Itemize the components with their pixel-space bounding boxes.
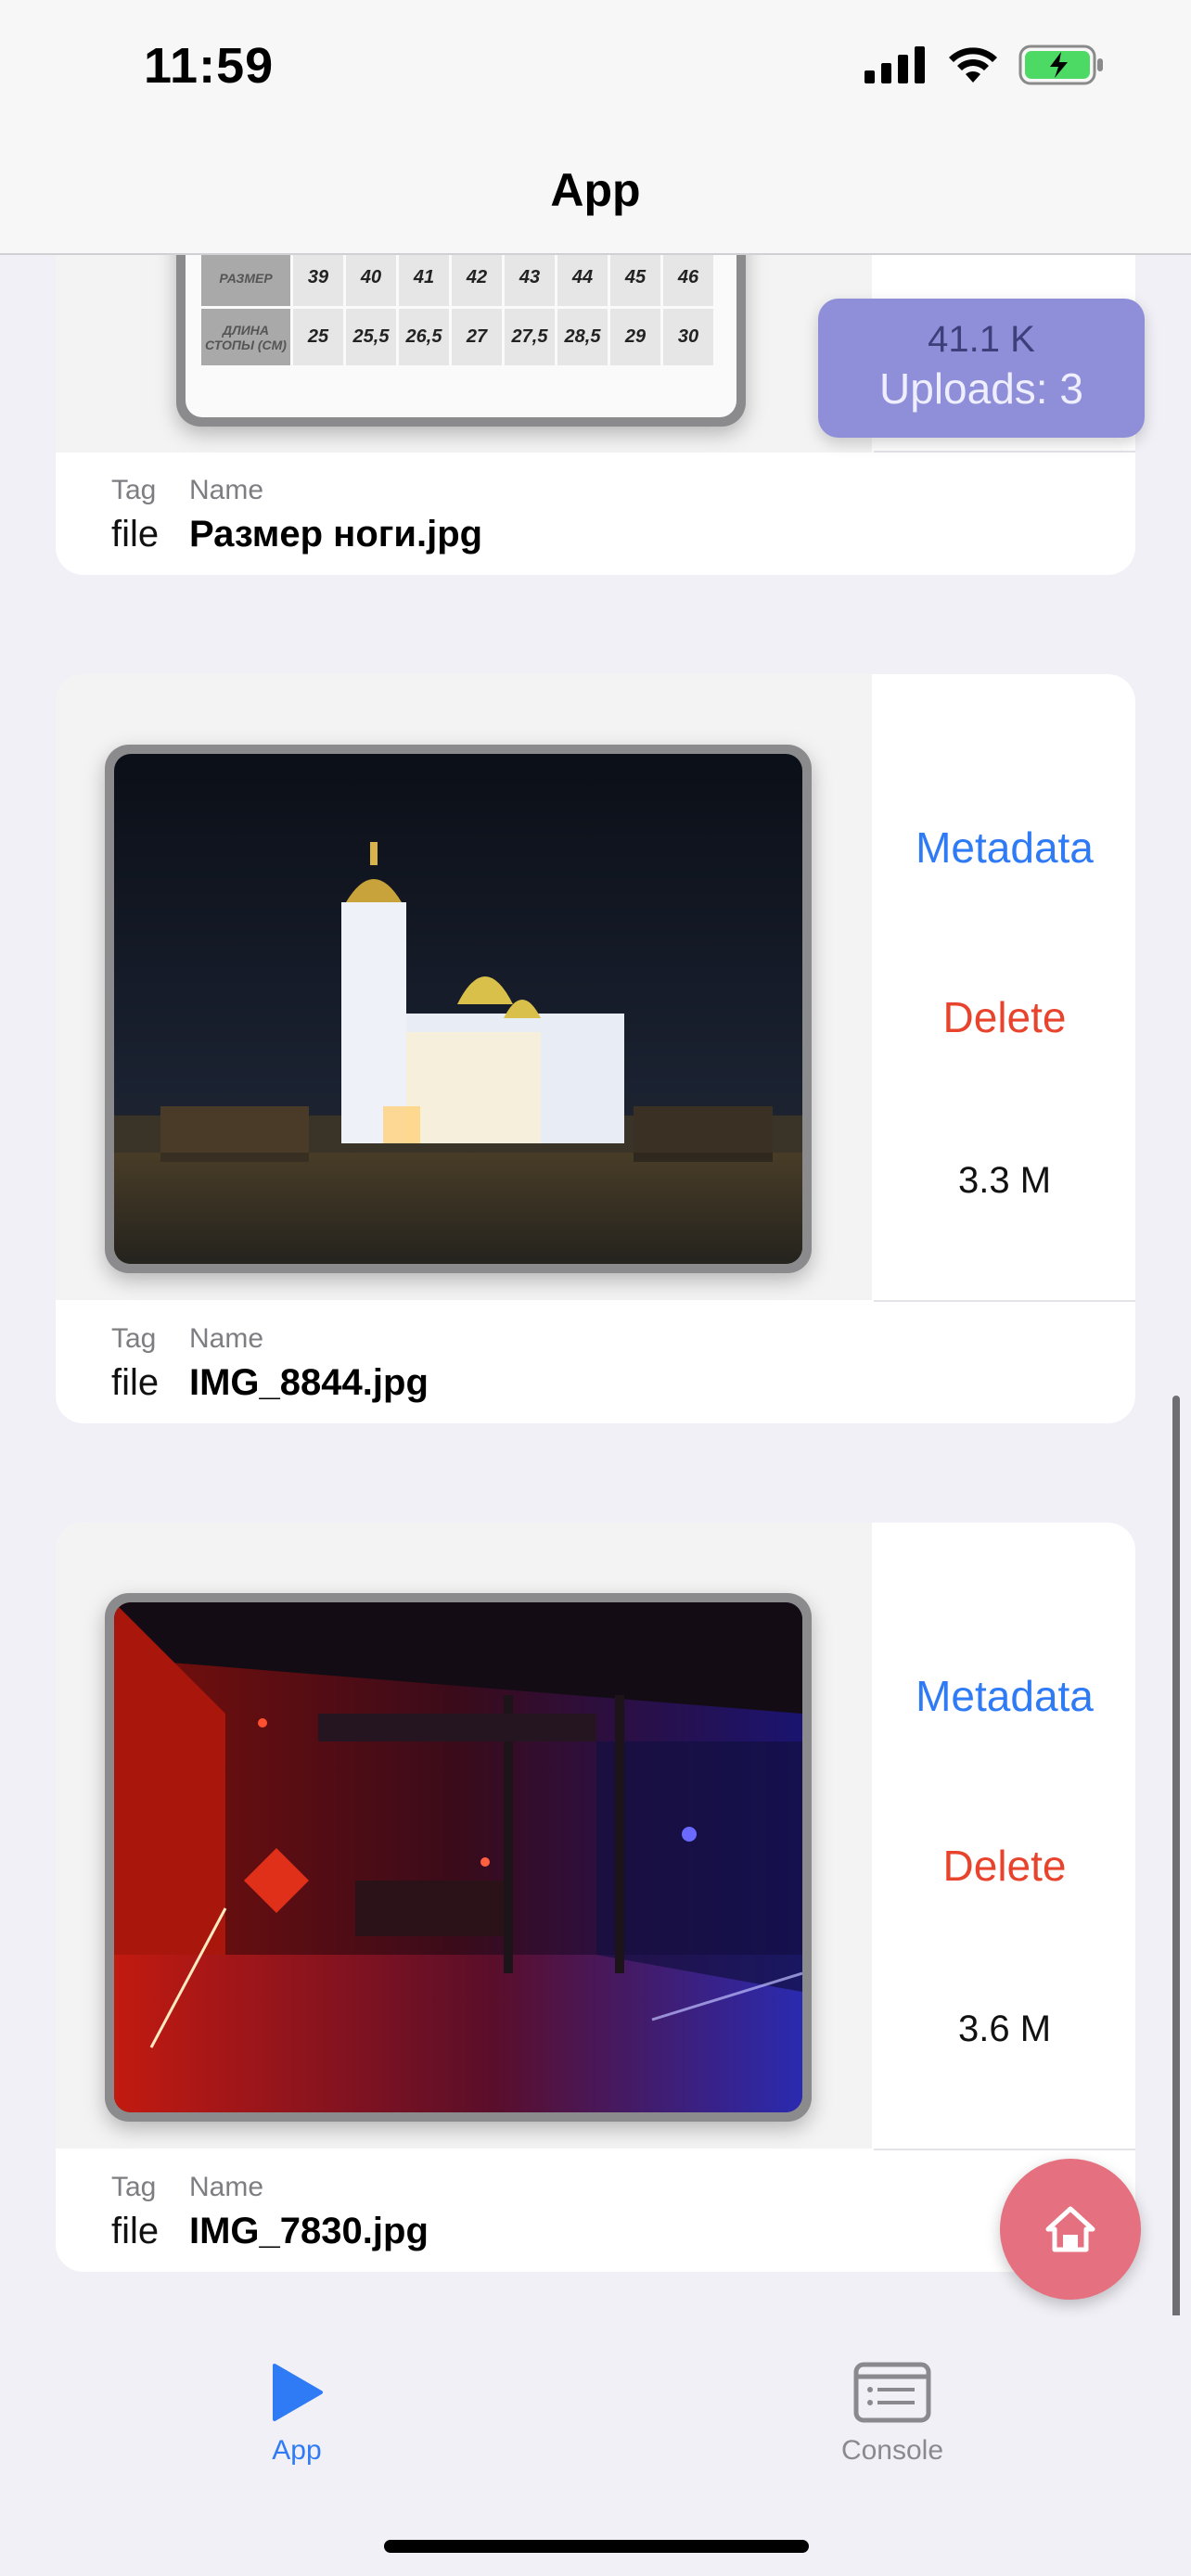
signal-icon <box>864 46 925 83</box>
size-cell: 44 <box>557 249 608 306</box>
status-icons <box>864 45 1106 85</box>
size-cell: 39 <box>293 249 343 306</box>
size-cell: 40 <box>346 249 396 306</box>
length-cell: 25,5 <box>346 309 396 365</box>
tag-value: file <box>111 1362 160 1403</box>
name-header: Name <box>189 1323 264 1354</box>
card-actions: Metadata Delete 3.6 M <box>874 1523 1135 2149</box>
tag-header: Tag <box>111 475 157 505</box>
file-size: 3.3 M <box>957 1160 1052 1201</box>
file-name: IMG_8844.jpg <box>189 1362 429 1403</box>
divider <box>874 1300 1135 1302</box>
metadata-button[interactable]: Metadata <box>874 823 1135 873</box>
length-cell: 27,5 <box>505 309 555 365</box>
tag-value: file <box>111 514 160 555</box>
image-frame[interactable] <box>105 1593 812 2122</box>
file-card: Metadata Delete 3.3 M Tag Name file IMG_… <box>56 674 1135 1423</box>
image-preview-area <box>56 674 872 1300</box>
home-fab-button[interactable] <box>1000 2159 1141 2300</box>
wifi-icon <box>949 47 997 83</box>
photo-illustration <box>114 1602 802 2112</box>
name-header: Name <box>189 475 264 505</box>
file-card: Metadata Delete 3.6 M Tag Name file IMG_… <box>56 1523 1135 2272</box>
tag-value: file <box>111 2211 160 2251</box>
night-cathedral-photo <box>114 754 802 1264</box>
name-header: Name <box>189 2172 264 2202</box>
divider <box>874 451 1135 453</box>
size-chart-header-cell: РАЗМЕР <box>201 249 290 306</box>
length-cell: 30 <box>663 309 713 365</box>
divider <box>874 2149 1135 2150</box>
length-cell: 26,5 <box>399 309 449 365</box>
size-cell: 45 <box>610 249 660 306</box>
size-chart-length-cell: ДЛИНА СТОПЫ (СМ) <box>201 309 290 365</box>
image-preview-area <box>56 1523 872 2149</box>
photo-illustration <box>114 754 802 1264</box>
file-size: 3.6 M <box>957 2009 1052 2049</box>
battery-charging-icon <box>1018 45 1103 85</box>
tab-label: Console <box>840 2435 944 2466</box>
tab-console[interactable]: Console <box>781 2362 1004 2467</box>
scrollbar[interactable] <box>1172 1396 1180 2337</box>
status-time: 11:59 <box>144 38 275 94</box>
upload-count: Uploads: 3 <box>879 364 1083 413</box>
size-cell: 43 <box>505 249 555 306</box>
file-name: Размер ноги.jpg <box>189 514 483 555</box>
file-name: IMG_7830.jpg <box>189 2211 429 2251</box>
size-cell: 46 <box>663 249 713 306</box>
upload-status-pill[interactable]: 41.1 K Uploads: 3 <box>818 299 1145 438</box>
top-bar: 11:59 App <box>0 0 1191 255</box>
page-title: App <box>550 164 641 216</box>
length-cell: 25 <box>293 309 343 365</box>
tab-label: App <box>272 2435 322 2466</box>
card-actions: Metadata Delete 3.3 M <box>874 674 1135 1300</box>
tag-header: Tag <box>111 2172 157 2202</box>
delete-button[interactable]: Delete <box>874 1841 1135 1891</box>
metadata-button[interactable]: Metadata <box>874 1671 1135 1721</box>
home-icon <box>1045 2206 1095 2252</box>
size-cell: 41 <box>399 249 449 306</box>
upload-size: 41.1 K <box>928 319 1035 360</box>
tab-bar: App Console <box>0 2315 1191 2576</box>
club-interior-photo <box>114 1602 802 2112</box>
image-frame[interactable] <box>105 745 812 1273</box>
tab-app[interactable]: App <box>186 2362 408 2467</box>
play-icon <box>273 2364 323 2421</box>
length-cell: 28,5 <box>557 309 608 365</box>
size-chart-table: РАЗМЕР 39 40 41 42 43 44 45 46 ДЛИНА СТО… <box>198 247 716 368</box>
length-cell: 29 <box>610 309 660 365</box>
length-cell: 27 <box>452 309 502 365</box>
home-indicator <box>384 2540 809 2553</box>
console-icon <box>853 2362 931 2423</box>
tag-header: Tag <box>111 1323 157 1354</box>
delete-button[interactable]: Delete <box>874 992 1135 1042</box>
size-cell: 42 <box>452 249 502 306</box>
